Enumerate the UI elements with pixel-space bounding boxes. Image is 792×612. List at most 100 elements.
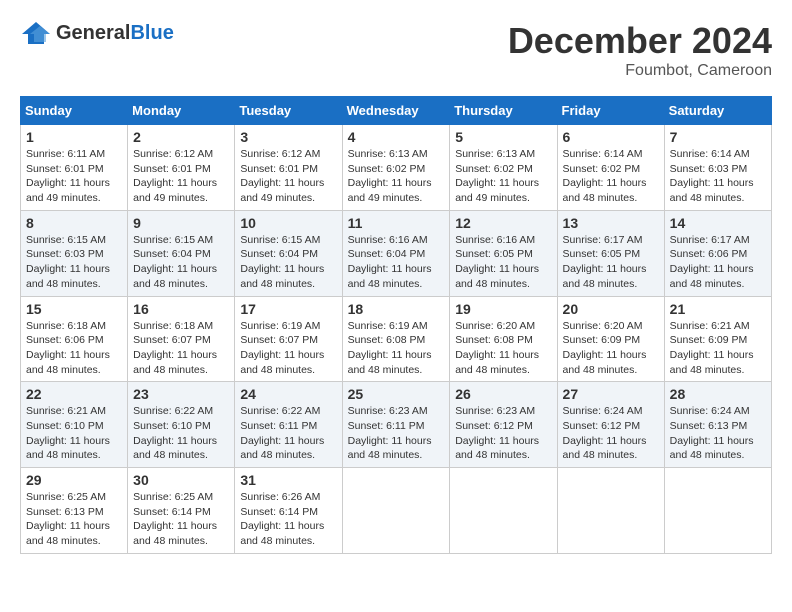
day-number: 12 bbox=[455, 215, 551, 231]
day-info: Sunrise: 6:21 AM Sunset: 6:09 PM Dayligh… bbox=[670, 319, 766, 378]
day-info: Sunrise: 6:26 AM Sunset: 6:14 PM Dayligh… bbox=[240, 490, 336, 549]
table-row: 16 Sunrise: 6:18 AM Sunset: 6:07 PM Dayl… bbox=[128, 296, 235, 382]
day-info: Sunrise: 6:18 AM Sunset: 6:06 PM Dayligh… bbox=[26, 319, 122, 378]
day-info: Sunrise: 6:13 AM Sunset: 6:02 PM Dayligh… bbox=[455, 147, 551, 206]
day-info: Sunrise: 6:20 AM Sunset: 6:09 PM Dayligh… bbox=[563, 319, 659, 378]
table-row: 9 Sunrise: 6:15 AM Sunset: 6:04 PM Dayli… bbox=[128, 210, 235, 296]
day-info: Sunrise: 6:24 AM Sunset: 6:13 PM Dayligh… bbox=[670, 404, 766, 463]
table-row bbox=[664, 468, 771, 554]
day-number: 2 bbox=[133, 129, 229, 145]
day-info: Sunrise: 6:21 AM Sunset: 6:10 PM Dayligh… bbox=[26, 404, 122, 463]
day-info: Sunrise: 6:15 AM Sunset: 6:04 PM Dayligh… bbox=[133, 233, 229, 292]
day-number: 15 bbox=[26, 301, 122, 317]
table-row: 1 Sunrise: 6:11 AM Sunset: 6:01 PM Dayli… bbox=[21, 125, 128, 211]
day-number: 19 bbox=[455, 301, 551, 317]
day-info: Sunrise: 6:25 AM Sunset: 6:13 PM Dayligh… bbox=[26, 490, 122, 549]
col-tuesday: Tuesday bbox=[235, 97, 342, 125]
day-info: Sunrise: 6:23 AM Sunset: 6:11 PM Dayligh… bbox=[348, 404, 445, 463]
day-number: 7 bbox=[670, 129, 766, 145]
day-number: 21 bbox=[670, 301, 766, 317]
day-info: Sunrise: 6:12 AM Sunset: 6:01 PM Dayligh… bbox=[240, 147, 336, 206]
day-info: Sunrise: 6:24 AM Sunset: 6:12 PM Dayligh… bbox=[563, 404, 659, 463]
table-row: 25 Sunrise: 6:23 AM Sunset: 6:11 PM Dayl… bbox=[342, 382, 450, 468]
table-row: 4 Sunrise: 6:13 AM Sunset: 6:02 PM Dayli… bbox=[342, 125, 450, 211]
table-row: 30 Sunrise: 6:25 AM Sunset: 6:14 PM Dayl… bbox=[128, 468, 235, 554]
day-number: 26 bbox=[455, 386, 551, 402]
table-row: 26 Sunrise: 6:23 AM Sunset: 6:12 PM Dayl… bbox=[450, 382, 557, 468]
day-info: Sunrise: 6:20 AM Sunset: 6:08 PM Dayligh… bbox=[455, 319, 551, 378]
col-thursday: Thursday bbox=[450, 97, 557, 125]
day-number: 3 bbox=[240, 129, 336, 145]
table-row: 3 Sunrise: 6:12 AM Sunset: 6:01 PM Dayli… bbox=[235, 125, 342, 211]
day-info: Sunrise: 6:22 AM Sunset: 6:10 PM Dayligh… bbox=[133, 404, 229, 463]
day-number: 5 bbox=[455, 129, 551, 145]
table-row bbox=[342, 468, 450, 554]
day-number: 17 bbox=[240, 301, 336, 317]
day-info: Sunrise: 6:25 AM Sunset: 6:14 PM Dayligh… bbox=[133, 490, 229, 549]
day-number: 24 bbox=[240, 386, 336, 402]
logo-icon bbox=[20, 20, 52, 46]
day-number: 11 bbox=[348, 215, 445, 231]
day-info: Sunrise: 6:15 AM Sunset: 6:03 PM Dayligh… bbox=[26, 233, 122, 292]
table-row: 23 Sunrise: 6:22 AM Sunset: 6:10 PM Dayl… bbox=[128, 382, 235, 468]
month-title: December 2024 bbox=[508, 20, 772, 62]
day-info: Sunrise: 6:17 AM Sunset: 6:05 PM Dayligh… bbox=[563, 233, 659, 292]
day-info: Sunrise: 6:12 AM Sunset: 6:01 PM Dayligh… bbox=[133, 147, 229, 206]
location: Foumbot, Cameroon bbox=[508, 62, 772, 80]
logo-general: General bbox=[56, 22, 130, 44]
day-info: Sunrise: 6:17 AM Sunset: 6:06 PM Dayligh… bbox=[670, 233, 766, 292]
table-row: 19 Sunrise: 6:20 AM Sunset: 6:08 PM Dayl… bbox=[450, 296, 557, 382]
calendar-week-row: 8 Sunrise: 6:15 AM Sunset: 6:03 PM Dayli… bbox=[21, 210, 772, 296]
table-row: 21 Sunrise: 6:21 AM Sunset: 6:09 PM Dayl… bbox=[664, 296, 771, 382]
logo-blue: Blue bbox=[130, 22, 173, 44]
day-number: 22 bbox=[26, 386, 122, 402]
day-info: Sunrise: 6:14 AM Sunset: 6:02 PM Dayligh… bbox=[563, 147, 659, 206]
day-number: 13 bbox=[563, 215, 659, 231]
table-row: 12 Sunrise: 6:16 AM Sunset: 6:05 PM Dayl… bbox=[450, 210, 557, 296]
day-number: 10 bbox=[240, 215, 336, 231]
col-saturday: Saturday bbox=[664, 97, 771, 125]
calendar-table: Sunday Monday Tuesday Wednesday Thursday… bbox=[20, 96, 772, 554]
day-number: 27 bbox=[563, 386, 659, 402]
table-row: 18 Sunrise: 6:19 AM Sunset: 6:08 PM Dayl… bbox=[342, 296, 450, 382]
table-row: 8 Sunrise: 6:15 AM Sunset: 6:03 PM Dayli… bbox=[21, 210, 128, 296]
day-info: Sunrise: 6:16 AM Sunset: 6:04 PM Dayligh… bbox=[348, 233, 445, 292]
day-info: Sunrise: 6:16 AM Sunset: 6:05 PM Dayligh… bbox=[455, 233, 551, 292]
day-info: Sunrise: 6:14 AM Sunset: 6:03 PM Dayligh… bbox=[670, 147, 766, 206]
calendar-week-row: 22 Sunrise: 6:21 AM Sunset: 6:10 PM Dayl… bbox=[21, 382, 772, 468]
title-area: December 2024 Foumbot, Cameroon bbox=[508, 20, 772, 80]
day-number: 1 bbox=[26, 129, 122, 145]
table-row: 29 Sunrise: 6:25 AM Sunset: 6:13 PM Dayl… bbox=[21, 468, 128, 554]
day-info: Sunrise: 6:23 AM Sunset: 6:12 PM Dayligh… bbox=[455, 404, 551, 463]
calendar-week-row: 15 Sunrise: 6:18 AM Sunset: 6:06 PM Dayl… bbox=[21, 296, 772, 382]
col-wednesday: Wednesday bbox=[342, 97, 450, 125]
day-number: 8 bbox=[26, 215, 122, 231]
logo: GeneralBlue bbox=[20, 20, 174, 46]
day-number: 4 bbox=[348, 129, 445, 145]
day-number: 30 bbox=[133, 472, 229, 488]
table-row: 13 Sunrise: 6:17 AM Sunset: 6:05 PM Dayl… bbox=[557, 210, 664, 296]
day-number: 23 bbox=[133, 386, 229, 402]
table-row: 27 Sunrise: 6:24 AM Sunset: 6:12 PM Dayl… bbox=[557, 382, 664, 468]
table-row: 2 Sunrise: 6:12 AM Sunset: 6:01 PM Dayli… bbox=[128, 125, 235, 211]
day-number: 9 bbox=[133, 215, 229, 231]
table-row: 10 Sunrise: 6:15 AM Sunset: 6:04 PM Dayl… bbox=[235, 210, 342, 296]
table-row: 15 Sunrise: 6:18 AM Sunset: 6:06 PM Dayl… bbox=[21, 296, 128, 382]
col-sunday: Sunday bbox=[21, 97, 128, 125]
col-friday: Friday bbox=[557, 97, 664, 125]
day-info: Sunrise: 6:19 AM Sunset: 6:08 PM Dayligh… bbox=[348, 319, 445, 378]
table-row: 31 Sunrise: 6:26 AM Sunset: 6:14 PM Dayl… bbox=[235, 468, 342, 554]
day-number: 28 bbox=[670, 386, 766, 402]
day-number: 14 bbox=[670, 215, 766, 231]
calendar-header-row: Sunday Monday Tuesday Wednesday Thursday… bbox=[21, 97, 772, 125]
day-number: 16 bbox=[133, 301, 229, 317]
day-number: 20 bbox=[563, 301, 659, 317]
table-row bbox=[450, 468, 557, 554]
day-number: 29 bbox=[26, 472, 122, 488]
day-info: Sunrise: 6:22 AM Sunset: 6:11 PM Dayligh… bbox=[240, 404, 336, 463]
table-row: 14 Sunrise: 6:17 AM Sunset: 6:06 PM Dayl… bbox=[664, 210, 771, 296]
table-row: 24 Sunrise: 6:22 AM Sunset: 6:11 PM Dayl… bbox=[235, 382, 342, 468]
day-number: 31 bbox=[240, 472, 336, 488]
calendar-week-row: 1 Sunrise: 6:11 AM Sunset: 6:01 PM Dayli… bbox=[21, 125, 772, 211]
day-info: Sunrise: 6:19 AM Sunset: 6:07 PM Dayligh… bbox=[240, 319, 336, 378]
